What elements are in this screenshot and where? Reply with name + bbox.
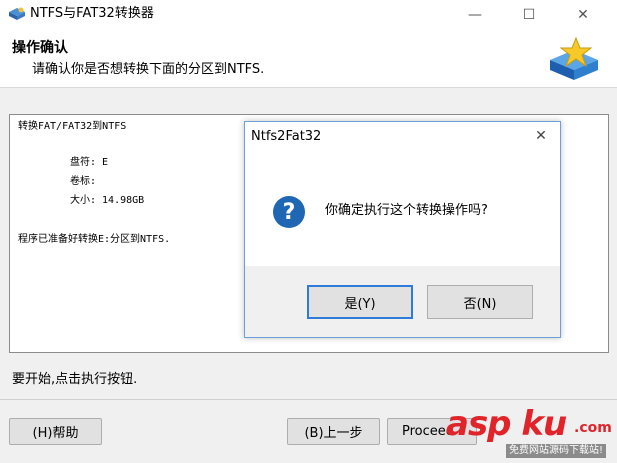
- dialog-close-button[interactable]: ✕: [527, 124, 555, 148]
- minimize-button[interactable]: —: [453, 0, 497, 30]
- no-button[interactable]: 否(N): [427, 285, 533, 319]
- help-button[interactable]: (H)帮助: [9, 418, 102, 445]
- wizard-header: 操作确认 请确认你是否想转换下面的分区到NTFS.: [0, 30, 617, 88]
- window-title: NTFS与FAT32转换器: [30, 6, 154, 21]
- drive-letter-line: 盘符: E: [70, 157, 109, 168]
- close-button[interactable]: ✕: [561, 0, 605, 30]
- confirm-dialog: Ntfs2Fat32 ✕ ? 你确定执行这个转换操作吗? 是(Y) 否(N): [244, 121, 561, 338]
- watermark-text: asp ku: [446, 404, 567, 444]
- back-button[interactable]: (B)上一步: [287, 418, 380, 445]
- size-line: 大小: 14.98GB: [70, 195, 145, 206]
- watermark-logo: asp ku .com 免费网站源码下载站!: [446, 404, 617, 463]
- divider: [0, 399, 617, 400]
- ready-line: 程序已准备好转换E:分区到NTFS.: [18, 234, 171, 245]
- summary-line: 转换FAT/FAT32到NTFS: [18, 121, 127, 132]
- dialog-title: Ntfs2Fat32: [251, 129, 322, 144]
- volume-label-line: 卷标:: [70, 176, 97, 187]
- maximize-button[interactable]: ☐: [507, 0, 551, 30]
- title-bar: NTFS与FAT32转换器 — ☐ ✕: [0, 0, 617, 30]
- star-box-icon: [550, 36, 598, 80]
- dialog-message: 你确定执行这个转换操作吗?: [325, 203, 488, 218]
- watermark-subtitle: 免费网站源码下载站!: [506, 444, 607, 458]
- page-title: 操作确认: [12, 40, 68, 56]
- page-subtitle: 请确认你是否想转换下面的分区到NTFS.: [32, 62, 265, 77]
- status-text: 要开始,点击执行按钮.: [12, 372, 138, 387]
- yes-button[interactable]: 是(Y): [307, 285, 413, 319]
- question-icon: ?: [273, 196, 305, 228]
- app-icon: [9, 7, 25, 20]
- watermark-domain: .com: [574, 420, 612, 436]
